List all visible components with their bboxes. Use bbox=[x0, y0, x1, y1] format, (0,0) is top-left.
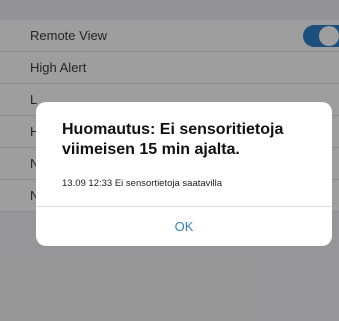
ok-button[interactable]: OK bbox=[36, 207, 332, 246]
alert-message: 13.09 12:33 Ei sensortietoja saatavilla bbox=[62, 178, 223, 189]
alert-title: Huomautus: Ei sensoritietoja viimeisen 1… bbox=[62, 121, 284, 158]
alert-dialog: Huomautus: Ei sensoritietoja viimeisen 1… bbox=[36, 102, 332, 246]
